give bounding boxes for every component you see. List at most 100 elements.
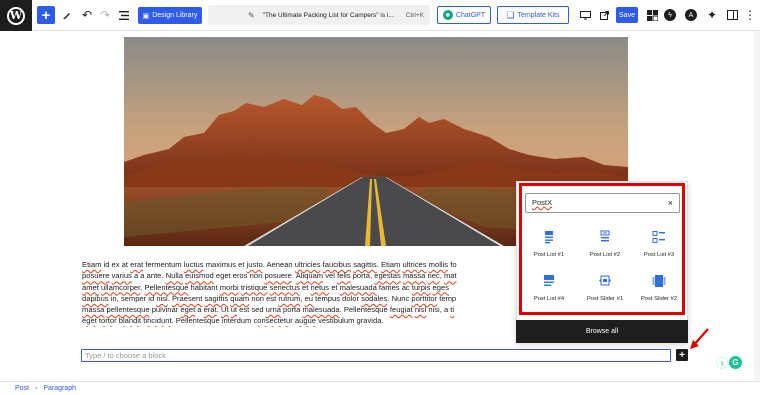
sidebar-icon: [726, 10, 738, 20]
spellcheck-word: egestas: [374, 271, 401, 281]
block-post-slider-2[interactable]: Post Slider #2: [634, 274, 684, 310]
spellcheck-word: quam: [230, 293, 250, 303]
block-label: Post Slider #1: [586, 296, 624, 302]
post-slider-2-icon: [652, 275, 666, 287]
block-search-input[interactable]: PostX ×: [525, 193, 680, 213]
settings-sidebar-button[interactable]: [724, 6, 740, 24]
spellcheck-word: tincidunt: [143, 316, 172, 326]
paragraph-text: vel: [323, 271, 338, 281]
spellcheck-word: turpis: [411, 282, 431, 292]
paragraph-text: habitant: [188, 282, 220, 292]
plus-icon: +: [679, 349, 685, 361]
block-appender-input[interactable]: Type / to choose a block: [81, 349, 671, 362]
command-shortcut: Ctrl+K: [405, 11, 424, 19]
paragraph-text: est sed: [237, 305, 266, 314]
add-block-button[interactable]: +: [37, 6, 55, 24]
astra-plugin-button[interactable]: A: [685, 9, 697, 21]
spellcheck-word: ullamcorper: [101, 282, 141, 292]
view-post-button[interactable]: [596, 6, 612, 24]
spellcheck-word: malesuada: [302, 305, 340, 314]
block-breadcrumb: Post › Paragraph: [0, 381, 760, 395]
preview-button[interactable]: [577, 6, 593, 24]
ai-assistant-button[interactable]: ✦: [704, 6, 720, 24]
post-icon: ✎: [248, 10, 255, 20]
block-search-value: PostX: [532, 198, 553, 207]
grammarly-button[interactable]: G: [729, 356, 742, 369]
bolt-plugin-button[interactable]: ϟ: [664, 9, 676, 21]
close-icon[interactable]: ×: [668, 194, 673, 212]
paragraph-text: a: [195, 305, 204, 314]
more-vertical-icon: ⋮: [744, 8, 756, 22]
spellcheck-word: tristique: [240, 282, 268, 292]
spellcheck-word: Praesent: [171, 293, 203, 303]
edit-tool-button[interactable]: [59, 6, 75, 24]
paragraph-text: porta,: [350, 271, 375, 281]
block-label: Post List #3: [643, 252, 675, 258]
options-menu-button[interactable]: ⋮: [742, 6, 758, 24]
design-library-button[interactable]: ▣ Design Library: [138, 7, 202, 24]
spellcheck-word: posuere: [82, 271, 110, 281]
block-post-slider-1[interactable]: Post Slider #1: [580, 274, 630, 310]
inline-add-block-button[interactable]: +: [676, 349, 688, 361]
paragraph-text: porta: [280, 305, 303, 314]
redo-button[interactable]: ↷: [97, 6, 113, 24]
spellcheck-word: ultricies: [294, 260, 321, 269]
spellcheck-word: augue: [294, 316, 316, 326]
block-post-list-2[interactable]: Post List #2: [580, 230, 630, 266]
wordpress-logo-button[interactable]: W: [0, 0, 32, 31]
document-title-bar[interactable]: ✎ "The Ultimate Packing List for Campers…: [208, 5, 430, 25]
breadcrumb-item-post[interactable]: Post: [15, 385, 29, 392]
editor-toolbar: W + ↶ ↷ ▣ Design Library ✎ "The Ultimate…: [0, 0, 760, 31]
post-slider-1-icon: [599, 275, 611, 286]
paragraph-block[interactable]: Etiam id ex at erat fermentum luctus max…: [82, 259, 516, 327]
spellcheck-word: Aliquam: [295, 271, 324, 281]
spellcheck-word: blandit: [118, 316, 142, 326]
block-label: Post Slider #2: [640, 296, 678, 302]
spellcheck-word: mat: [443, 271, 457, 281]
desktop-icon: [579, 10, 591, 19]
paragraph-text: temp: [437, 293, 457, 303]
spellcheck-word: eu: [304, 293, 314, 303]
template-kits-icon: ❏: [506, 9, 515, 20]
block-post-list-1[interactable]: Post List #1: [524, 230, 574, 266]
browse-all-button[interactable]: Browse all: [516, 320, 688, 343]
list-view-icon: [119, 10, 129, 20]
template-kits-button[interactable]: ❏ Template Kits: [497, 6, 569, 24]
spellcheck-word: varius: [111, 271, 132, 281]
spellcheck-word: sagittis: [204, 293, 229, 303]
spellcheck-word: mollis: [428, 260, 449, 269]
block-post-list-3[interactable]: Post List #3: [634, 230, 684, 266]
spellcheck-word: faucibus: [322, 260, 351, 269]
spellcheck-word: nisl: [414, 305, 427, 314]
design-library-label: Design Library: [152, 12, 198, 19]
paragraph-text: tempus dolor: [313, 293, 362, 303]
seo-hint-button[interactable]: ♀: [716, 357, 728, 369]
sparkle-icon: ✦: [706, 8, 718, 22]
post-list-2-icon: [600, 230, 610, 242]
paragraph-text: nisi, a: [426, 305, 451, 314]
paragraph-text: fo: [448, 260, 457, 269]
undo-button[interactable]: ↶: [79, 6, 95, 24]
spellcheck-word: Pellentesque: [144, 282, 189, 292]
block-post-list-4[interactable]: Post List #4: [524, 274, 574, 310]
spellcheck-word: eget: [82, 316, 97, 326]
undo-icon: ↶: [81, 8, 93, 22]
spellcheck-word: rutrum: [278, 293, 301, 303]
block-label: Post List #2: [589, 252, 621, 258]
blocks-plugin-button[interactable]: [644, 6, 660, 24]
astra-icon: A: [688, 11, 694, 19]
paragraph-text: eget eros non: [213, 271, 265, 281]
editor-scrollbar[interactable]: [754, 31, 760, 381]
document-overview-button[interactable]: [116, 6, 132, 24]
breadcrumb-item-paragraph[interactable]: Paragraph: [43, 385, 76, 392]
save-button[interactable]: Save: [616, 7, 638, 23]
chatgpt-button[interactable]: ✺ ChatGPT: [437, 6, 491, 24]
redo-icon: ↷: [99, 8, 111, 22]
spellcheck-word: nec: [427, 271, 440, 281]
block-label: Post List #1: [533, 252, 565, 258]
bolt-icon: ϟ: [668, 11, 672, 19]
paragraph-line: amet ullamcorper. Pellentesque habitant …: [82, 282, 516, 293]
paragraph-line: massa pellentesque pulvinar eget a erat.…: [82, 304, 516, 315]
paragraph-text: fames ac: [376, 282, 412, 292]
paragraph-text: id ex at: [101, 260, 131, 269]
